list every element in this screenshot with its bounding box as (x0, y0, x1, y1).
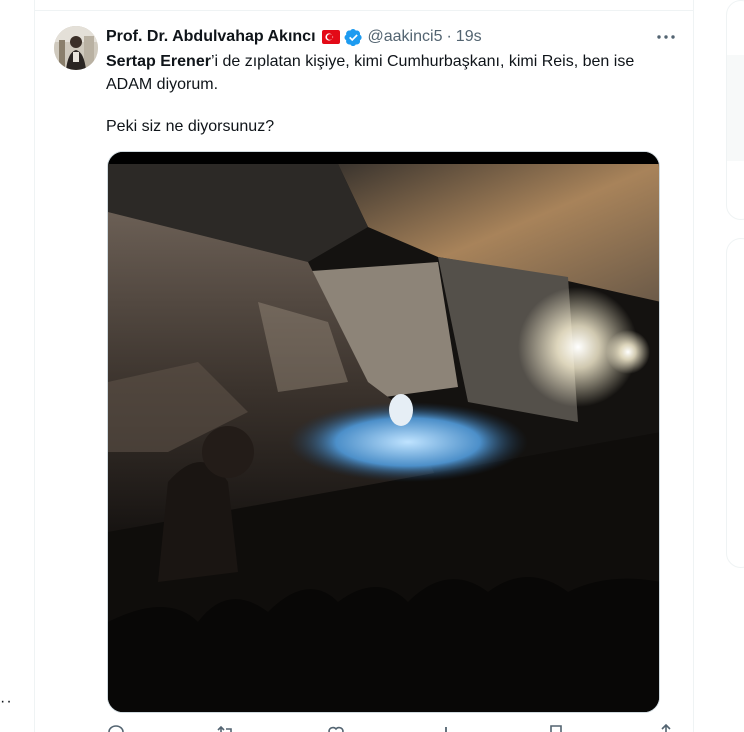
repost-icon[interactable] (216, 723, 236, 732)
left-ellipsis[interactable]: ·· (0, 694, 13, 710)
more-horizontal-icon[interactable] (655, 26, 677, 48)
like-icon[interactable] (326, 723, 346, 732)
verified-badge-icon[interactable] (344, 28, 363, 47)
bookmark-icon[interactable] (546, 723, 566, 732)
tweet-actions (106, 723, 676, 732)
share-icon[interactable] (656, 723, 676, 732)
video-frame (108, 152, 659, 712)
turkey-flag-icon (321, 30, 340, 44)
timeline-column: Prof. Dr. Abdulvahap Akıncı @aakinci5 · … (34, 0, 694, 732)
reply-icon[interactable] (106, 723, 126, 732)
avatar[interactable] (54, 26, 98, 70)
page: ·· Prof. Dr. Abdulvahap Akıncı @aakinci5… (0, 0, 744, 732)
tweet-header: Prof. Dr. Abdulvahap Akıncı @aakinci5 · … (106, 27, 482, 47)
tweet-video[interactable] (107, 151, 660, 713)
tweet[interactable]: Prof. Dr. Abdulvahap Akıncı @aakinci5 · … (35, 11, 693, 732)
views-icon[interactable] (436, 723, 456, 732)
sidebar-card-bottom (726, 238, 744, 568)
author-name[interactable]: Prof. Dr. Abdulvahap Akıncı (106, 27, 316, 47)
tweet-text-line1: Sertap Erener’i de zıplatan kişiye, kimi… (106, 50, 676, 96)
mention-link[interactable]: Sertap Erener (106, 53, 211, 70)
header-separator: · (446, 28, 452, 45)
tweet-timestamp[interactable]: 19s (456, 27, 482, 47)
author-handle[interactable]: @aakinci5 (368, 27, 443, 47)
sidebar-card-highlight[interactable] (727, 55, 744, 161)
tweet-text: Sertap Erener’i de zıplatan kişiye, kimi… (106, 50, 676, 138)
tweet-text-line2: Peki siz ne diyorsunuz? (106, 118, 275, 135)
